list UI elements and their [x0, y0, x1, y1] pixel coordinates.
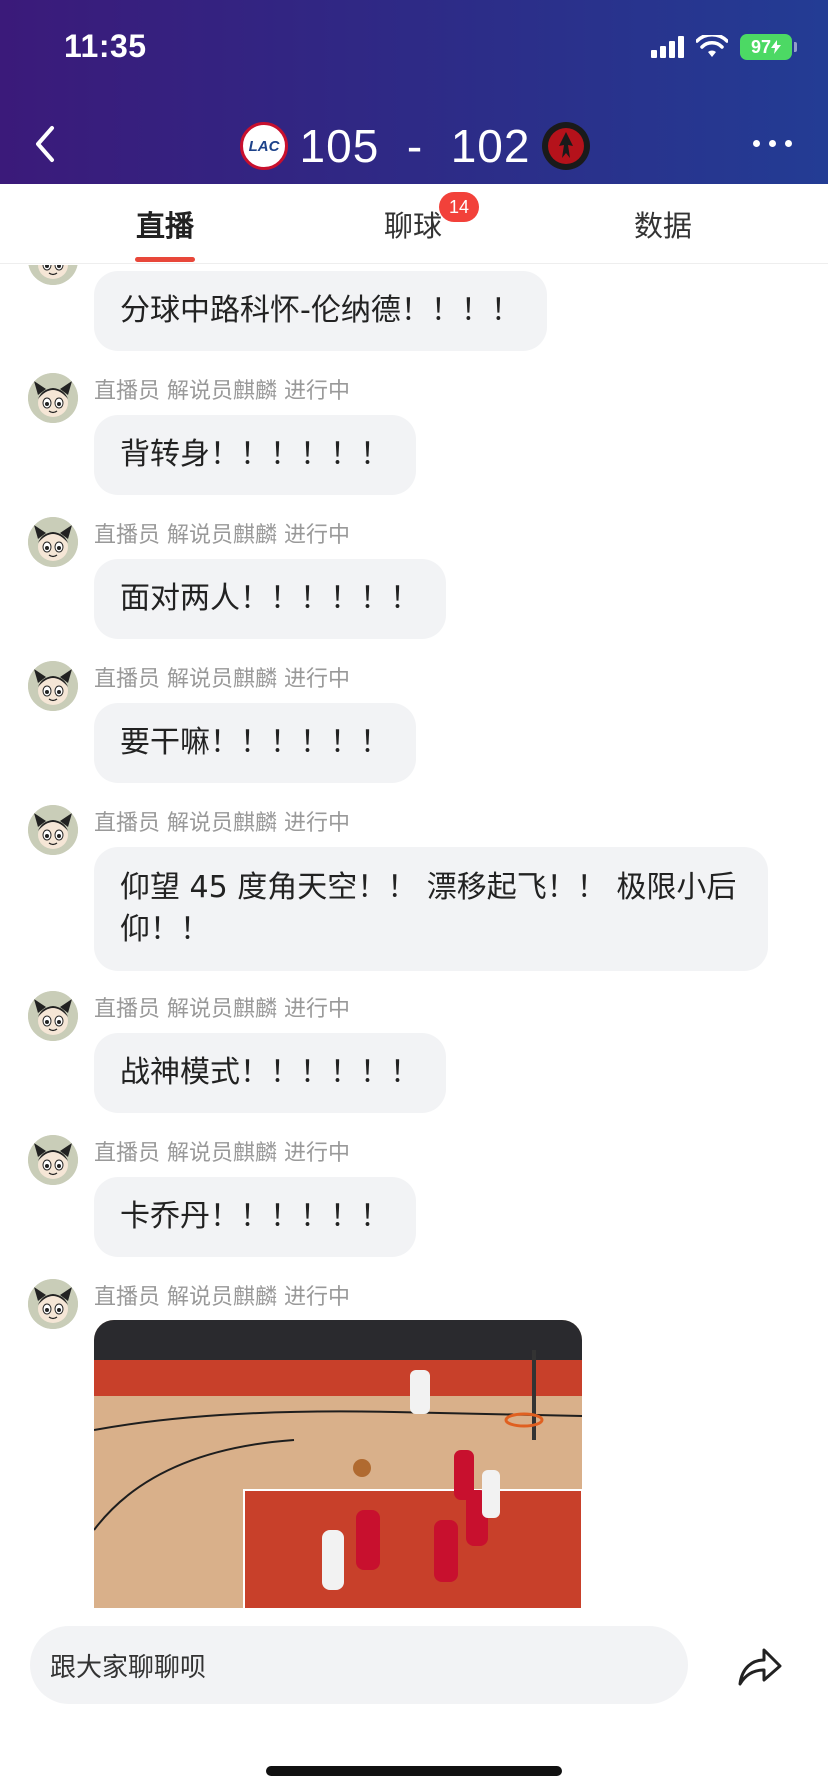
- message-meta: 直播员 解说员麒麟 进行中: [94, 523, 350, 548]
- message-meta: 直播员 解说员麒麟 进行中: [94, 1141, 350, 1166]
- clippers-logo-text: LAC: [248, 137, 280, 155]
- tab-chat[interactable]: 聊球 14: [313, 184, 513, 264]
- rockets-logo[interactable]: [542, 122, 590, 170]
- commentator-avatar[interactable]: [28, 517, 78, 567]
- message-bubble: 背转身！！！！！！: [94, 415, 416, 495]
- commentator-avatar[interactable]: [28, 991, 78, 1041]
- back-button[interactable]: [28, 122, 64, 166]
- avatar-face-icon: [28, 265, 78, 285]
- message-meta: 直播员 解说员麒麟 进行中: [94, 811, 350, 836]
- message-bubble: 战神模式！！！！！！: [94, 1033, 446, 1113]
- tab-bar: 直播 聊球 14 数据: [0, 184, 828, 264]
- chat-input-placeholder: 跟大家聊聊呗: [50, 1652, 207, 1683]
- message-text: 卡乔丹！！！！！！: [120, 1199, 390, 1234]
- message-meta: 直播员 解说员麒麟 进行中: [94, 997, 350, 1022]
- message-text-line1: 仰望 45 度角天空！！ 漂移起飞！！ 极限小后: [120, 870, 737, 905]
- tab-chat-label: 聊球: [383, 209, 442, 243]
- avatar-face-icon: [28, 1279, 78, 1329]
- more-options-button[interactable]: [753, 140, 792, 147]
- tab-live-label: 直播: [135, 209, 194, 243]
- unread-badge: 14: [439, 192, 479, 222]
- game-header: 11:35 97 LAC 105 - 102: [0, 0, 828, 184]
- battery-icon: 97: [740, 34, 797, 60]
- dot-icon: [785, 140, 792, 147]
- chat-input[interactable]: 跟大家聊聊呗: [30, 1626, 688, 1704]
- message-bubble: 分球中路科怀-伦纳德！！！！: [94, 271, 547, 351]
- status-icons: 97: [651, 34, 797, 60]
- message-bubble: 卡乔丹！！！！！！: [94, 1177, 416, 1257]
- message-text: 面对两人！！！！！！: [120, 581, 420, 616]
- avatar-face-icon: [28, 1135, 78, 1185]
- clippers-logo[interactable]: LAC: [240, 122, 288, 170]
- avatar-face-icon: [28, 373, 78, 423]
- message-text-line2: 仰！！: [120, 912, 210, 947]
- game-highlight-image[interactable]: [94, 1320, 582, 1608]
- commentator-avatar[interactable]: [28, 373, 78, 423]
- message-text: 背转身！！！！！！: [120, 437, 390, 472]
- bottom-bar: 跟大家聊聊呗: [0, 1608, 828, 1792]
- tab-live[interactable]: 直播: [65, 184, 265, 264]
- message-bubble: 面对两人！！！！！！: [94, 559, 446, 639]
- message-meta: 直播员 解说员麒麟 进行中: [94, 667, 350, 692]
- scoreboard: LAC 105 - 102: [240, 118, 590, 174]
- message-text: 要干嘛！！！！！！: [120, 725, 390, 760]
- avatar-face-icon: [28, 661, 78, 711]
- avatar-face-icon: [28, 991, 78, 1041]
- message-text: 战神模式！！！！！！: [120, 1055, 420, 1090]
- message-meta: 直播员 解说员麒麟 进行中: [94, 379, 350, 404]
- commentator-avatar[interactable]: [28, 265, 78, 285]
- status-time: 11:35: [64, 28, 147, 64]
- avatar-face-icon: [28, 517, 78, 567]
- charging-bolt-icon: [771, 40, 782, 54]
- message-bubble: 仰望 45 度角天空！！ 漂移起飞！！ 极限小后 仰！！: [94, 847, 768, 971]
- avatar-face-icon: [28, 805, 78, 855]
- active-tab-indicator: [135, 257, 195, 262]
- commentator-avatar[interactable]: [28, 1135, 78, 1185]
- cellular-signal-icon: [651, 36, 684, 58]
- score: 105 - 102: [299, 120, 531, 172]
- commentator-avatar[interactable]: [28, 661, 78, 711]
- message-text: 分球中路科怀-伦纳德！！！！: [120, 293, 521, 328]
- commentator-avatar[interactable]: [28, 805, 78, 855]
- tab-stats[interactable]: 数据: [563, 184, 763, 264]
- rockets-emblem-icon: [548, 128, 584, 164]
- tab-stats-label: 数据: [633, 209, 692, 243]
- live-feed[interactable]: 分球中路科怀-伦纳德！！！！ 直播员 解说员麒麟 进行中 背转身！！！！！！ 直…: [0, 265, 828, 1608]
- message-bubble: 要干嘛！！！！！！: [94, 703, 416, 783]
- message-meta: 直播员 解说员麒麟 进行中: [94, 1285, 350, 1310]
- wifi-icon: [696, 35, 728, 57]
- commentator-avatar[interactable]: [28, 1279, 78, 1329]
- dot-icon: [753, 140, 760, 147]
- share-icon[interactable]: [734, 1644, 784, 1688]
- dot-icon: [769, 140, 776, 147]
- battery-level: 97: [750, 36, 772, 57]
- home-indicator: [266, 1766, 562, 1776]
